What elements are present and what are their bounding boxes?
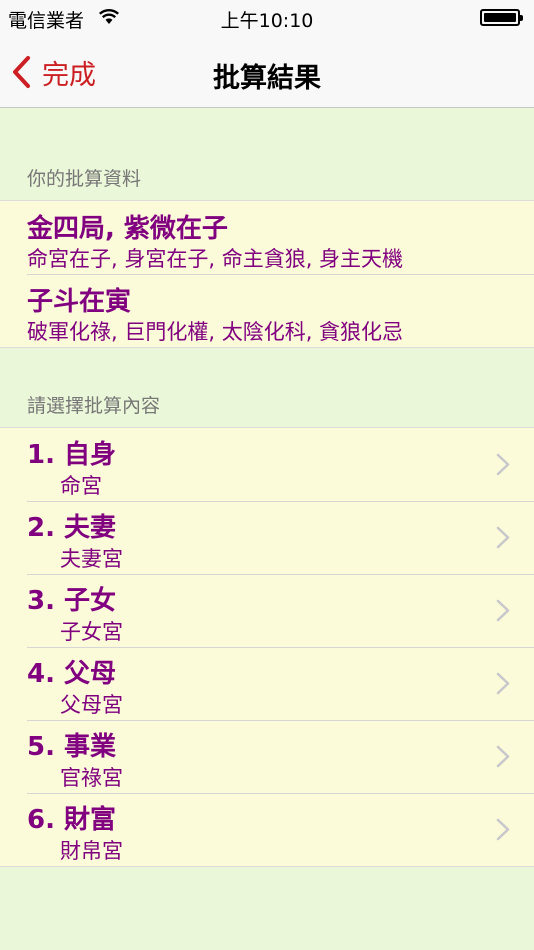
done-button[interactable]: 完成 [10, 48, 96, 96]
battery-icon [480, 9, 523, 26]
chevron-right-icon [496, 672, 510, 695]
info-section-header: 你的批算資料 [27, 168, 142, 190]
done-button-label: 完成 [42, 59, 96, 91]
menu-item-title: 2. 夫妻 [27, 513, 117, 543]
menu-item-subtitle: 官祿宮 [60, 766, 123, 790]
menu-item-subtitle: 財帛宮 [60, 839, 123, 863]
menu-item-spouse[interactable]: 2. 夫妻 夫妻宮 [0, 501, 534, 574]
chevron-right-icon [496, 526, 510, 549]
menu-item-parents[interactable]: 4. 父母 父母宮 [0, 647, 534, 720]
menu-item-career[interactable]: 5. 事業 官祿宮 [0, 720, 534, 793]
info-row-subtitle: 破軍化祿, 巨門化權, 太陰化科, 貪狼化忌 [27, 320, 404, 344]
status-time: 上午10:10 [220, 10, 314, 32]
menu-item-subtitle: 命宮 [60, 474, 102, 498]
info-row-title: 金四局, 紫微在子 [27, 214, 228, 244]
menu-group: 1. 自身 命宮 2. 夫妻 夫妻宮 3. 子女 子女宮 4. 父母 父母宮 5… [0, 427, 534, 867]
chevron-right-icon [496, 599, 510, 622]
info-row-subtitle: 命宮在子, 身宮在子, 命主貪狼, 身主天機 [27, 247, 404, 271]
menu-item-wealth[interactable]: 6. 財富 財帛宮 [0, 793, 534, 866]
chevron-right-icon [496, 745, 510, 768]
chevron-left-icon [13, 56, 30, 88]
menu-item-title: 1. 自身 [27, 440, 117, 470]
menu-item-subtitle: 父母宮 [60, 693, 123, 717]
info-row-title: 子斗在寅 [27, 287, 132, 317]
status-bar: 電信業者 上午10:10 [0, 0, 534, 38]
menu-item-title: 6. 財富 [27, 805, 117, 835]
menu-item-self[interactable]: 1. 自身 命宮 [0, 428, 534, 501]
info-row: 金四局, 紫微在子 命宮在子, 身宮在子, 命主貪狼, 身主天機 [0, 201, 534, 274]
menu-item-subtitle: 夫妻宮 [60, 547, 123, 571]
menu-item-title: 3. 子女 [27, 586, 117, 616]
chevron-right-icon [496, 453, 510, 476]
info-group: 金四局, 紫微在子 命宮在子, 身宮在子, 命主貪狼, 身主天機 子斗在寅 破軍… [0, 200, 534, 348]
menu-item-children[interactable]: 3. 子女 子女宮 [0, 574, 534, 647]
chevron-right-icon [496, 818, 510, 841]
menu-item-title: 4. 父母 [27, 659, 117, 689]
menu-item-title: 5. 事業 [27, 732, 117, 762]
info-row: 子斗在寅 破軍化祿, 巨門化權, 太陰化科, 貪狼化忌 [0, 274, 534, 347]
menu-item-subtitle: 子女宮 [60, 620, 123, 644]
navigation-bar: 完成 批算結果 [0, 38, 534, 108]
menu-section-header: 請選擇批算內容 [27, 395, 161, 417]
